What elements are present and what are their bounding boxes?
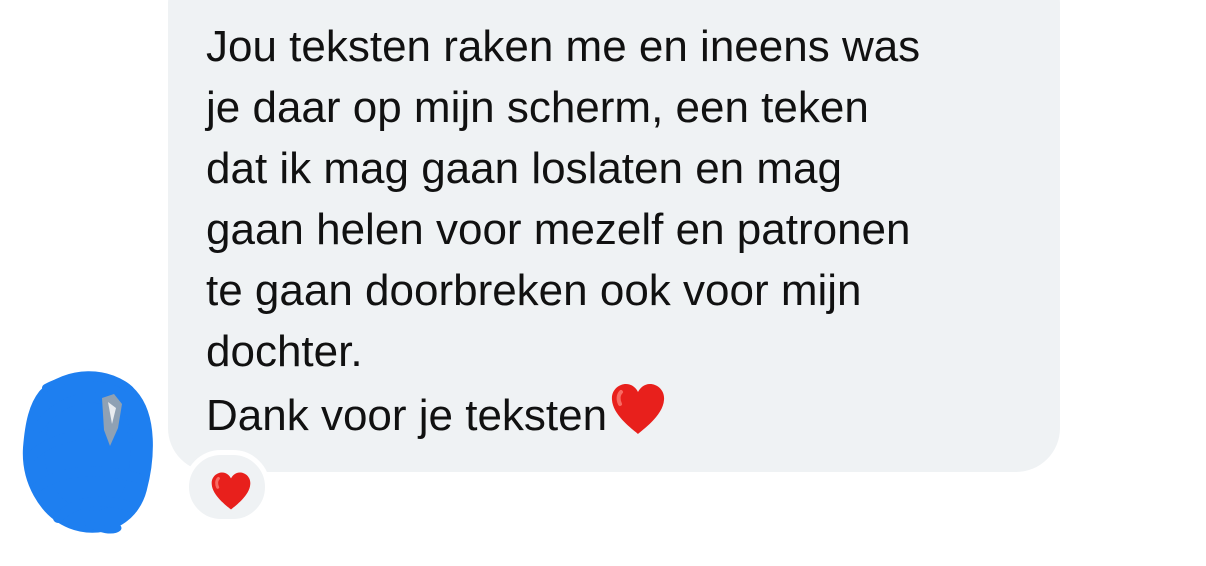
chat-view: Jou teksten raken me en ineens was je da… [0,0,1206,566]
scribble-icon [22,371,153,534]
message-line: gaan helen voor mezelf en patronen [206,205,911,254]
reaction-badge[interactable] [184,450,270,524]
avatar[interactable] [18,368,158,536]
message-line-last: Dank voor je teksten [206,382,1026,446]
red-heart-icon [209,471,253,511]
message-line: dat ik mag gaan loslaten en mag [206,144,842,193]
message-line: te gaan doorbreken ook voor mijn [206,266,862,315]
message-line: Jou teksten raken me en ineens was [206,22,921,71]
message-line: je daar op mijn scherm, een teken [206,83,869,132]
message-line-text: Dank voor je teksten [206,391,608,440]
message-text: Jou teksten raken me en ineens was je da… [206,16,1026,446]
message-line: dochter. [206,327,363,376]
red-heart-icon [609,382,667,436]
